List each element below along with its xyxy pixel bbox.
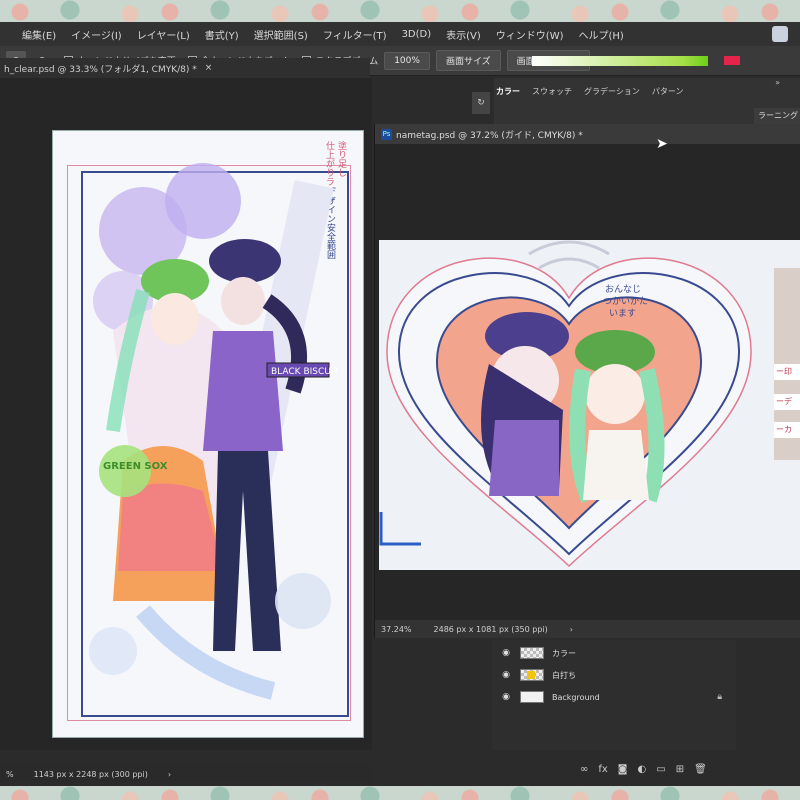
menu-help[interactable]: ヘルプ(H) <box>572 27 632 42</box>
layer-row[interactable]: ◉ カラー <box>492 642 736 664</box>
nametag-artwork: おんなじ つかいかた います <box>386 240 752 568</box>
color-gradient-slider[interactable] <box>532 56 708 66</box>
nametag-document-tab[interactable]: Ps nametag.psd @ 37.2% (ガイド, CMYK/8) * <box>375 124 800 144</box>
layer-name: 白打ち <box>552 670 576 680</box>
layer-row[interactable]: ◉ 白打ち <box>492 664 736 686</box>
menu-type[interactable]: 書式(Y) <box>198 27 247 42</box>
eye-icon[interactable]: ◉ <box>500 692 512 702</box>
tab-swatches[interactable]: スウォッチ <box>532 86 572 97</box>
photoshop-file-icon: Ps <box>381 128 392 140</box>
layers-panel: ◉ カラー ◉ 白打ち ◉ Background 🔒︎ <box>492 640 736 750</box>
fit-screen-button[interactable]: 画面サイズ <box>435 50 501 71</box>
link-icon[interactable]: ∞ <box>580 764 588 775</box>
right-tag-2: ーデ <box>774 394 800 410</box>
menu-image[interactable]: イメージ(I) <box>64 27 130 42</box>
adjustment-icon[interactable]: ◐ <box>638 764 647 775</box>
layer-name: カラー <box>552 648 576 658</box>
new-layer-icon[interactable]: ⊞ <box>676 764 684 775</box>
mouse-cursor-icon: ➤ <box>656 136 668 152</box>
tab-color[interactable]: カラー <box>496 86 520 97</box>
speech-text-line1: おんなじ <box>605 284 641 295</box>
kerning-panel-tab[interactable]: ラーニング <box>754 108 800 124</box>
right-tag-3: ーカ <box>774 422 800 438</box>
close-tab-icon[interactable]: × <box>205 63 213 73</box>
logo-text: GREEN SOX <box>103 461 168 472</box>
trash-icon[interactable]: 🗑︎ <box>694 764 707 775</box>
corner-crop-mark <box>379 512 421 546</box>
right-offscreen-document[interactable]: ー印 ーデ ーカ <box>774 268 800 460</box>
background-wallpaper-bottom <box>0 786 800 800</box>
mask-icon[interactable]: ◙ <box>618 764 628 775</box>
layer-name: Background <box>552 692 600 702</box>
tab-patterns[interactable]: パターン <box>652 86 684 97</box>
menu-window[interactable]: ウィンドウ(W) <box>489 27 572 42</box>
history-icon[interactable]: ↻ <box>472 92 490 114</box>
illustration-artwork: BLACK BISCUIT GREEN SOX <box>89 163 340 700</box>
lock-icon: 🔒︎ <box>717 692 722 702</box>
left-document-size: 1143 px x 2248 px (300 ppi) <box>33 769 148 779</box>
nametag-zoom-readout[interactable]: 37.24% <box>381 625 412 634</box>
eye-icon[interactable]: ◉ <box>500 648 512 658</box>
nametag-status-bar: 37.24% 2486 px x 1081 px (350 ppi) › <box>375 620 800 638</box>
status-menu-chevron-icon[interactable]: › <box>168 770 171 779</box>
status-menu-chevron-icon[interactable]: › <box>570 625 573 634</box>
left-zoom-readout[interactable]: % <box>6 770 14 779</box>
sign-text: BLACK BISCUIT <box>271 367 340 377</box>
menu-edit[interactable]: 編集(E) <box>15 27 64 42</box>
layer-row[interactable]: ◉ Background 🔒︎ <box>492 686 736 708</box>
left-document-tab[interactable]: h_clear.psd @ 33.3% (フォルダ1, CMYK/8) * × <box>0 58 370 78</box>
layer-thumbnail <box>520 691 544 703</box>
left-status-bar: % 1143 px x 2248 px (300 ppi) › <box>0 766 372 782</box>
nametag-document-size: 2486 px x 1081 px (350 ppi) <box>433 624 548 634</box>
menu-view[interactable]: 表示(V) <box>439 27 489 42</box>
menu-filter[interactable]: フィルター(T) <box>316 27 395 42</box>
layers-footer-toolbar: ∞ fx ◙ ◐ ▭ ⊞ 🗑︎ <box>580 764 707 775</box>
menu-select[interactable]: 選択範囲(S) <box>247 27 316 42</box>
menu-3d[interactable]: 3D(D) <box>395 29 440 40</box>
speech-text-line3: います <box>609 308 636 319</box>
fx-icon[interactable]: fx <box>598 764 607 775</box>
collapse-panel-button[interactable]: » <box>775 78 780 87</box>
eye-icon[interactable]: ◉ <box>500 670 512 680</box>
menu-layer[interactable]: レイヤー(L) <box>130 27 198 42</box>
nametag-canvas-area[interactable]: おんなじ つかいかた います <box>375 144 800 620</box>
left-document-title: h_clear.psd @ 33.3% (フォルダ1, CMYK/8) * <box>4 64 197 75</box>
layer-thumbnail <box>520 647 544 659</box>
layer-thumbnail <box>520 669 544 681</box>
folder-icon[interactable]: ▭ <box>656 764 665 775</box>
right-tag-1: ー印 <box>774 364 800 380</box>
menu-bar: 編集(E) イメージ(I) レイヤー(L) 書式(Y) 選択範囲(S) フィルタ… <box>0 22 800 46</box>
foreground-color-swatch[interactable] <box>724 56 740 65</box>
tab-gradients[interactable]: グラデーション <box>584 86 640 97</box>
panel-tabs: カラー スウォッチ グラデーション パターン <box>496 86 683 97</box>
left-artboard[interactable]: 塗り足し 仕上がりライン デザイン安全範囲 BLACK BISCUIT GREEN… <box>52 130 364 738</box>
nametag-document-window: Ps nametag.psd @ 37.2% (ガイド, CMYK/8) * お… <box>374 124 800 638</box>
nametag-artboard[interactable]: おんなじ つかいかた います <box>379 240 800 570</box>
speech-text-line2: つかいかた <box>603 296 648 307</box>
percent-100-button[interactable]: 100% <box>384 51 430 70</box>
app-badge-icon[interactable] <box>772 26 788 42</box>
nametag-document-title: nametag.psd @ 37.2% (ガイド, CMYK/8) * <box>396 130 583 141</box>
